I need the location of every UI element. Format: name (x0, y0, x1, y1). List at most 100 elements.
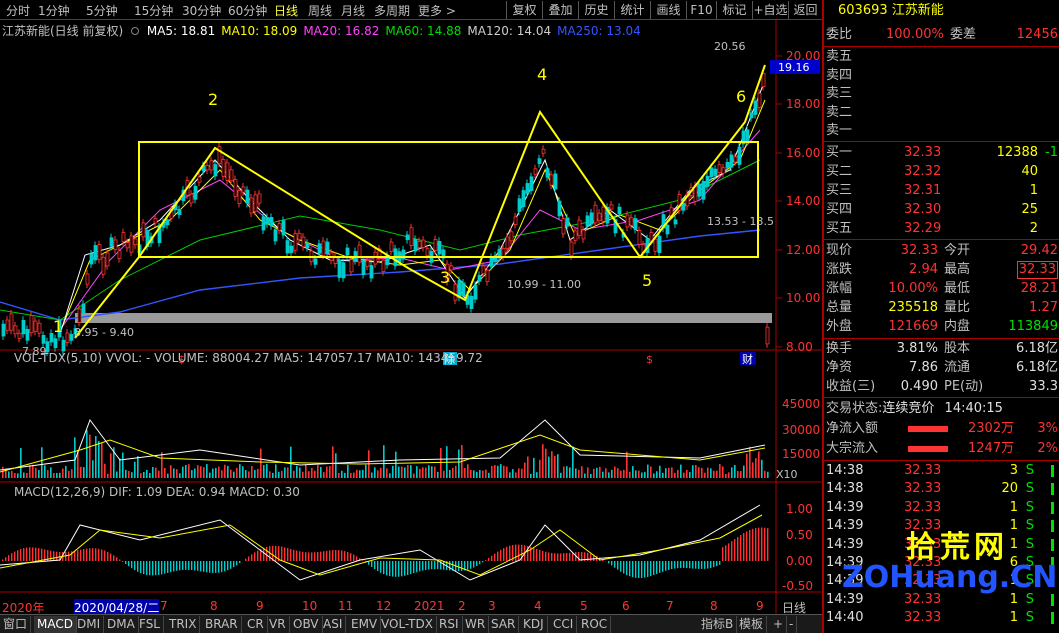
tick-row: 14:38 32.33 20 S (826, 480, 1058, 498)
indicator-tab-macd[interactable]: MACD (34, 616, 77, 633)
indicator-tab-b[interactable]: 指标B (698, 616, 738, 633)
bid-level: 买一 32.33 12388 -1 (826, 144, 1058, 162)
date-tick: 5 (580, 599, 588, 613)
netflow-pct: 3% (1037, 421, 1058, 436)
macd-title: MACD(12,26,9) DIF: 1.09 DEA: 0.94 MACD: … (14, 485, 300, 499)
bid-price: 32.31 (904, 183, 942, 198)
period-fenshi[interactable]: 分时 (6, 2, 30, 19)
indicator-tab-[interactable]: 窗口 (0, 616, 32, 633)
period-more[interactable]: 更多 > (418, 2, 456, 19)
tick-bar (1051, 465, 1054, 477)
period-monthly[interactable]: 月线 (341, 2, 365, 19)
period-daily[interactable]: 日线 (274, 2, 298, 19)
date-axis: 2020年 2020/04/28/二 7 8 9 10 11 12 2021 2 3 4 5 6 7 8 9 日线 (0, 599, 822, 616)
indicator-tab-dma[interactable]: DMA (104, 616, 139, 633)
draw-button[interactable]: 画线 (650, 1, 686, 19)
indicator-tab-wr[interactable]: WR (462, 616, 490, 633)
indicator-tab-vr[interactable]: VR (266, 616, 290, 633)
indicator-tab-obv[interactable]: OBV (290, 616, 323, 633)
bigflow-bar (908, 446, 948, 452)
period-1min[interactable]: 1分钟 (38, 2, 70, 19)
weibi-label: 委比 (826, 27, 853, 42)
stat-label: 外盘 (826, 319, 853, 334)
bid-price: 32.29 (904, 221, 942, 236)
wave-label-2: 2 (208, 90, 218, 109)
date-tick: 3 (488, 599, 496, 613)
indicator-tab-roc[interactable]: ROC (578, 616, 612, 633)
tick-volume: 1 (1009, 536, 1018, 552)
add-watchlist-button[interactable]: +自选 (752, 1, 788, 19)
date-tick: 11 (338, 599, 354, 613)
fuquan-button[interactable]: 复权 (506, 1, 542, 19)
indicator-tab-sar[interactable]: SAR (488, 616, 520, 633)
macd-axis: 1.00 0.50 0.00 -0.50 (782, 502, 813, 593)
range3-label: 13.53 - 13.5 (707, 215, 774, 228)
price-tick: 10.00 (786, 291, 820, 305)
tick-price: 32.33 (904, 463, 942, 478)
bid-volume: 40 (1021, 164, 1038, 179)
indicator-tab-voltdx[interactable]: VOL-TDX (378, 616, 437, 633)
tick-time: 14:40 (826, 610, 864, 626)
stat-label: 股本 (944, 341, 971, 356)
bigflow-label: 大宗流入 (826, 441, 879, 456)
svg-text:0.50: 0.50 (786, 528, 813, 542)
stat-label: 换手 (826, 341, 853, 356)
quote-panel: 603693 江苏新能 委比 100.00% 委差 12456 卖五 卖四 卖三 卖二… (822, 0, 1059, 633)
indicator-tab-cci[interactable]: CCI (550, 616, 578, 633)
bid-price: 32.32 (904, 164, 942, 179)
indicator-tab-[interactable]: - (786, 616, 798, 633)
period-60min[interactable]: 60分钟 (228, 2, 267, 19)
kline-chart-area[interactable]: 2 0.00 18.00 16.00 14.00 12.00 10.00 8.00 1 2 3… (0, 20, 822, 616)
indicator-tabbar: 窗口 MACD DMI DMA FSL TRIX BRAR CR VR OBV ASI EMV VOL-… (0, 614, 822, 633)
stat-value: 235518 (888, 300, 938, 315)
tick-side: S (1025, 610, 1034, 626)
indicator-tab-fsl[interactable]: FSL (136, 616, 164, 633)
date-tick: 4 (534, 599, 542, 613)
stat-label: PE(动) (944, 379, 984, 394)
indicator-tab-cr[interactable]: CR (244, 616, 268, 633)
date-tick: 8 (710, 599, 718, 613)
ma-label: MA5: 18.81 (146, 24, 216, 38)
netflow-bar (908, 426, 948, 432)
range2-label: 10.99 - 11.00 (507, 278, 581, 291)
f10-button[interactable]: F10 (686, 1, 716, 19)
volume-title: VOL-TDX(5,10) VVOL: - VOLUME: 88004.27 M… (14, 351, 483, 365)
indicator-tab-dmi[interactable]: DMI (74, 616, 105, 633)
period-weekly[interactable]: 周线 (308, 2, 332, 19)
indicator-tab-trix[interactable]: TRIX (166, 616, 201, 633)
period-multi[interactable]: 多周期 (374, 2, 410, 19)
indicator-tab-kdj[interactable]: KDJ (520, 616, 548, 633)
indicator-tab-rsi[interactable]: RSI (436, 616, 463, 633)
stock-name: 江苏新能 (891, 3, 944, 18)
stats-button[interactable]: 统计 (614, 1, 650, 19)
mark-button[interactable]: 标记 (716, 1, 752, 19)
stat-label: 量比 (944, 300, 971, 315)
bid-label: 买五 (826, 221, 853, 236)
period-30min[interactable]: 30分钟 (182, 2, 221, 19)
period-15min[interactable]: 15分钟 (134, 2, 173, 19)
indicator-tab-emv[interactable]: EMV (348, 616, 382, 633)
history-button[interactable]: 历史 (578, 1, 614, 19)
watermark-en: ZOHuang.CN (842, 560, 1058, 595)
weicha-value: 12456 (1016, 27, 1058, 42)
stat-value: 32.33 (900, 243, 938, 258)
bid-label: 买四 (826, 202, 853, 217)
indicator-tab-brar[interactable]: BRAR (202, 616, 242, 633)
svg-text:-0.50: -0.50 (782, 579, 813, 593)
period-5min[interactable]: 5分钟 (86, 2, 118, 19)
overlay-button[interactable]: 叠加 (542, 1, 578, 19)
stat-label: 现价 (826, 243, 853, 258)
indicator-tab-asi[interactable]: ASI (320, 616, 347, 633)
back-button[interactable]: 返回 (788, 1, 822, 19)
tick-side: S (1025, 481, 1034, 497)
tick-volume: 1 (1009, 499, 1018, 515)
collapse-icon[interactable] (131, 27, 140, 35)
stock-code: 603693 (838, 3, 888, 18)
indicator-tab-[interactable]: + (770, 616, 788, 633)
svg-text:1.00: 1.00 (786, 502, 813, 516)
indicator-tab-[interactable]: 模板 (736, 616, 768, 633)
stat-label: 今开 (944, 243, 971, 258)
stat-row: 换手 3.81% 股本 6.18亿 (826, 340, 1058, 358)
tick-bar (1051, 483, 1054, 496)
ma-label: MA250: 13.04 (557, 24, 641, 38)
